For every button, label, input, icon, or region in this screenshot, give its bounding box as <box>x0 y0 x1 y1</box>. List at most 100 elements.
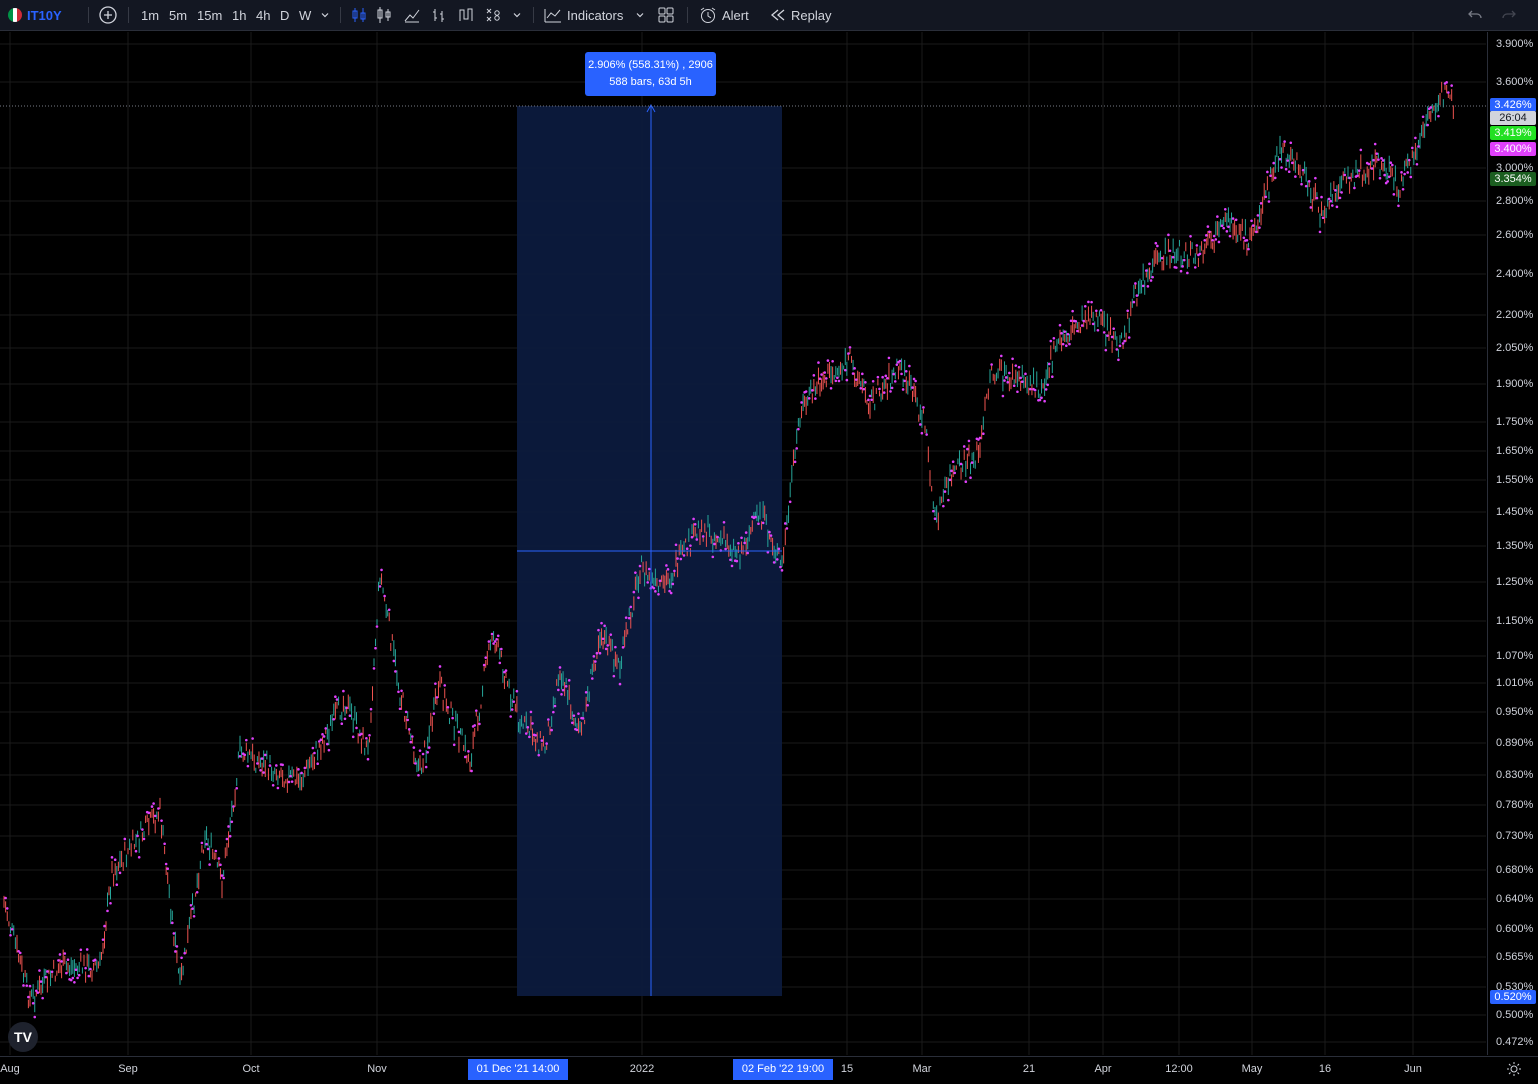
sar-dot <box>340 722 344 726</box>
range-start-badge: 01 Dec '21 14:00 <box>468 1059 568 1080</box>
chart-type-candles-button[interactable] <box>350 0 368 30</box>
sar-dot <box>74 968 78 972</box>
layout-templates-button[interactable] <box>657 0 675 30</box>
sar-dot <box>106 909 109 913</box>
sar-dot <box>743 541 746 545</box>
sar-dot <box>845 378 849 382</box>
sar-dot <box>868 394 872 398</box>
sar-dot <box>1146 285 1150 288</box>
sar-dot <box>552 710 555 714</box>
sar-dot <box>297 768 300 771</box>
sar-dot <box>303 766 307 770</box>
sar-dot <box>10 927 14 931</box>
sar-dot <box>1321 216 1325 220</box>
sar-dot <box>1220 224 1224 228</box>
sar-dot <box>1011 357 1014 361</box>
price-chart[interactable] <box>0 32 1486 1055</box>
sar-dot <box>319 738 323 741</box>
toolbar-divider <box>128 7 129 23</box>
sar-dot <box>287 780 291 784</box>
sar-dot <box>1217 240 1221 244</box>
sar-dot <box>1024 372 1027 376</box>
sar-dot <box>1090 300 1093 304</box>
chart-type-line-button[interactable] <box>430 0 448 30</box>
price-tick-label: 0.565% <box>1496 951 1534 963</box>
sar-dot <box>1343 173 1347 177</box>
sar-dot <box>1206 225 1210 228</box>
tradingview-logo[interactable]: TV <box>8 1022 38 1052</box>
indicators-button[interactable]: Indicators <box>543 0 623 30</box>
sar-dot <box>812 374 816 377</box>
price-tick-label: 3.600% <box>1496 76 1534 88</box>
price-axis[interactable]: 3.900% 3.600% 3.000% 2.800% 2.600% 2.400% 2.20… <box>1487 32 1538 1055</box>
chart-type-area-button[interactable] <box>403 0 421 30</box>
sar-dot <box>1397 204 1400 208</box>
sar-dot <box>701 535 705 538</box>
sar-dot <box>1426 123 1429 127</box>
price-tick-label: 0.680% <box>1496 864 1534 876</box>
chart-type-bars-button[interactable] <box>375 0 393 30</box>
time-tick-label: Aug <box>0 1063 20 1075</box>
sar-dot <box>970 461 974 464</box>
sar-dot <box>58 953 62 956</box>
sar-dot <box>724 547 727 551</box>
sar-dot <box>1353 186 1356 190</box>
price-tick-label: 1.750% <box>1496 416 1534 428</box>
sar-dot <box>779 565 782 569</box>
redo-button[interactable] <box>1500 0 1518 30</box>
sar-dot <box>547 718 550 721</box>
time-axis[interactable]: Jun 16 May 12:00 Apr 21 Mar 15 2022 Nov Oct Sep Aug … <box>0 1056 1538 1084</box>
sar-dot <box>482 663 486 667</box>
sar-dot <box>1082 319 1085 323</box>
sar-dot <box>1106 334 1109 337</box>
settings-gear-button[interactable] <box>1506 1061 1522 1082</box>
kagi-icon <box>459 8 473 21</box>
sar-dot <box>826 359 830 362</box>
alert-button[interactable]: Alert <box>698 0 749 30</box>
timeframe-w[interactable]: W <box>299 0 311 30</box>
sar-dot <box>889 390 892 393</box>
sar-dot <box>205 842 208 846</box>
sar-dot <box>657 593 660 596</box>
sar-dot <box>800 401 803 404</box>
sar-dot <box>862 387 866 391</box>
undo-button[interactable] <box>1466 0 1484 30</box>
chart-type-dropdown[interactable] <box>511 0 523 30</box>
sar-dot <box>424 765 428 769</box>
replay-button[interactable]: Replay <box>769 0 831 30</box>
sar-dot <box>115 883 119 886</box>
sar-dot <box>345 706 348 710</box>
symbol-search[interactable]: IT10Y <box>8 0 62 30</box>
chart-type-baseline-button[interactable] <box>457 0 475 30</box>
compare-symbol-button[interactable] <box>98 0 118 30</box>
indicators-dropdown[interactable] <box>634 0 646 30</box>
sar-dot <box>25 984 29 987</box>
sar-dot <box>504 669 508 672</box>
sar-dot <box>646 581 649 584</box>
sar-dot <box>557 688 560 692</box>
timeframe-dropdown[interactable] <box>319 0 331 30</box>
sar-dot <box>990 363 993 366</box>
sar-dot <box>900 372 903 376</box>
sar-dot <box>1284 167 1288 171</box>
sar-dot <box>1266 170 1269 174</box>
timeframe-5m[interactable]: 5m <box>169 0 187 30</box>
sar-dot <box>275 764 278 767</box>
price-tick-label: 0.600% <box>1496 923 1534 935</box>
timeframe-1m[interactable]: 1m <box>141 0 159 30</box>
sar-dot <box>629 605 633 609</box>
sar-dot <box>876 375 880 379</box>
timeframe-d[interactable]: D <box>280 0 289 30</box>
timeframe-15m[interactable]: 15m <box>197 0 222 30</box>
sar-dot <box>1251 224 1255 227</box>
sar-dot <box>498 661 502 665</box>
sar-dot <box>914 379 917 383</box>
sar-dot <box>435 696 439 699</box>
timeframe-1h[interactable]: 1h <box>232 0 246 30</box>
timeframe-4h[interactable]: 4h <box>256 0 270 30</box>
price-tick-label: 2.800% <box>1496 195 1534 207</box>
sar-dot <box>1301 168 1305 172</box>
sar-dot <box>1334 189 1337 192</box>
sar-dot <box>1234 218 1238 222</box>
chart-type-pnf-button[interactable] <box>484 0 502 30</box>
